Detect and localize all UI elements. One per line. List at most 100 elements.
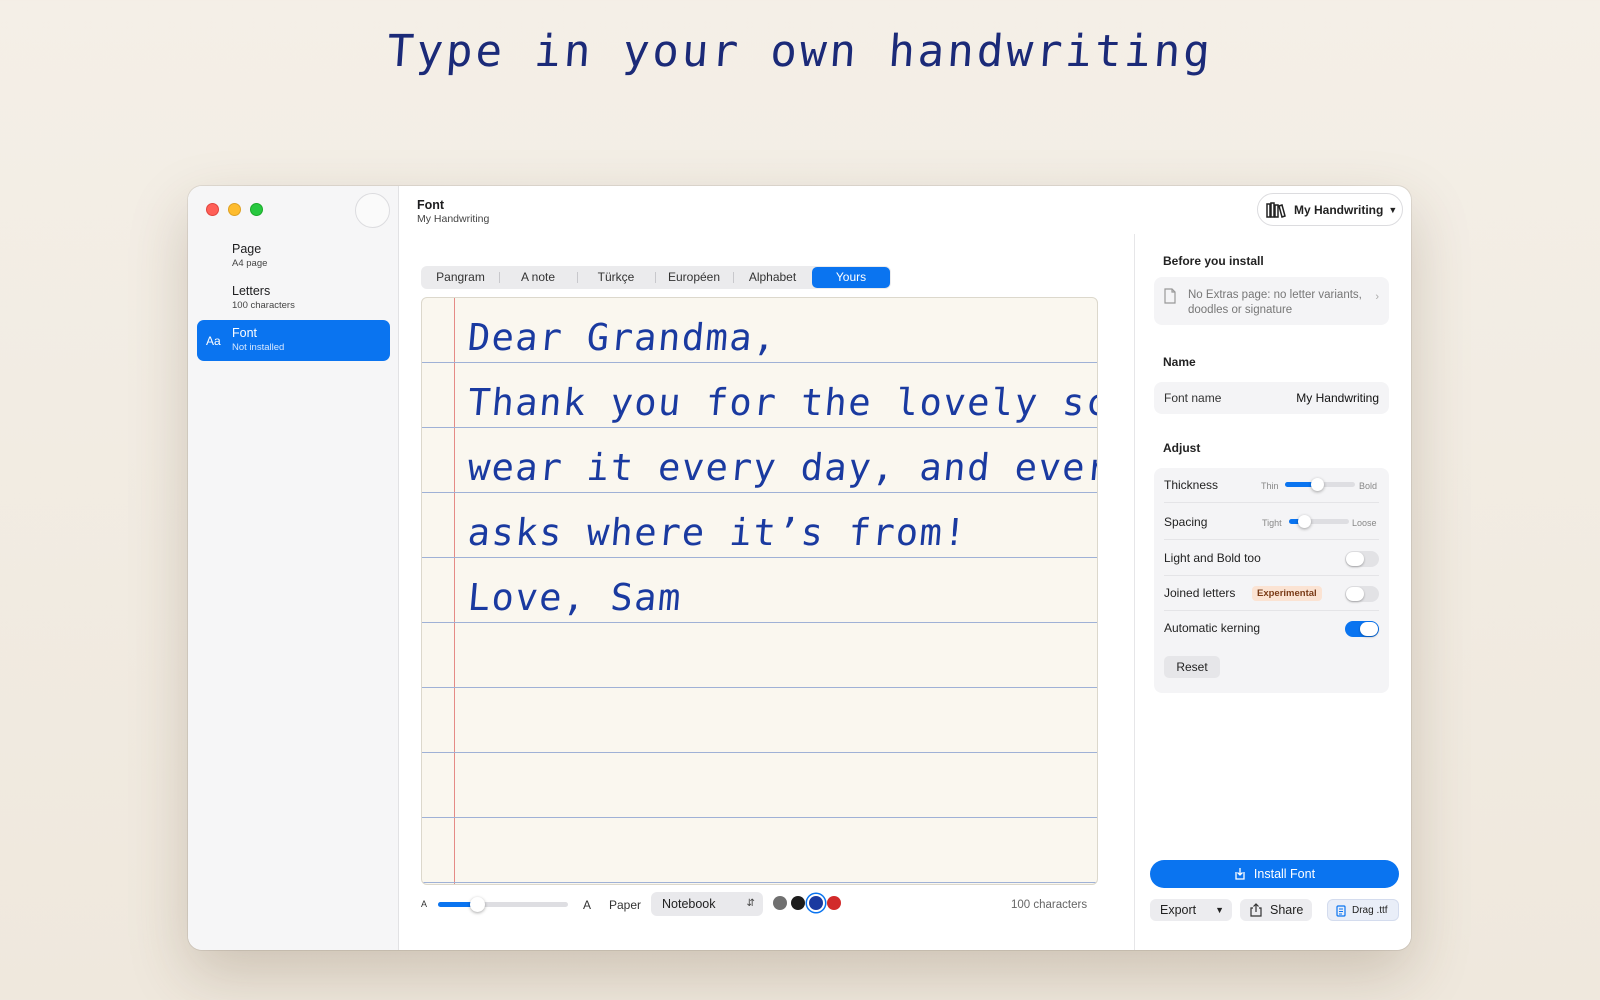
section-title-name: Name [1163, 355, 1196, 369]
paper-select-value: Notebook [662, 897, 716, 911]
light-bold-row: Light and Bold too [1164, 541, 1379, 576]
light-bold-toggle[interactable] [1345, 551, 1379, 567]
paper-rule [422, 882, 1097, 883]
ink-color-swatch[interactable] [773, 896, 787, 910]
joined-letters-toggle[interactable] [1345, 586, 1379, 602]
spacing-slider[interactable] [1289, 515, 1349, 528]
sidebar-item-sublabel: A4 page [232, 258, 268, 269]
size-large-label: A [583, 898, 592, 912]
page-title: Font [417, 198, 445, 212]
paper-rule [422, 752, 1097, 753]
window-controls [206, 203, 263, 216]
section-title-before-install: Before you install [1163, 254, 1264, 268]
ink-color-swatch[interactable] [827, 896, 841, 910]
tab-yours[interactable]: Yours [812, 267, 890, 288]
font-name-label: Font name [1164, 391, 1222, 405]
paper-rule [422, 622, 1097, 623]
ink-color-swatch[interactable] [791, 896, 805, 910]
joined-letters-label: Joined letters [1164, 586, 1236, 600]
size-small-label: A [421, 899, 428, 909]
chevron-right-icon: › [1375, 291, 1379, 303]
paper-rule [422, 817, 1097, 818]
font-name-field[interactable]: Font name My Handwriting [1154, 382, 1389, 414]
drag-ttf-label: Drag .ttf [1352, 905, 1388, 916]
paper-margin-line [454, 298, 455, 884]
sidebar-item-letters[interactable]: Letters 100 characters [197, 278, 390, 319]
sidebar-item-page[interactable]: Page A4 page [197, 236, 390, 277]
slider-knob[interactable] [469, 897, 485, 912]
font-name-value[interactable]: My Handwriting [1296, 391, 1379, 405]
headline: Type in your own handwriting [385, 26, 1215, 77]
character-count: 100 characters [1011, 899, 1088, 911]
tab-europeen[interactable]: Européen [655, 267, 733, 288]
extras-notice-text: No Extras page: no letter variants, dood… [1188, 289, 1362, 316]
reset-button[interactable]: Reset [1164, 656, 1220, 678]
sidebar-nav: Page A4 page Letters 100 characters Aa F… [197, 236, 390, 362]
slider-knob[interactable] [1310, 478, 1324, 491]
slider-knob[interactable] [1297, 515, 1311, 528]
handwriting-line: wear it every day, and everyone [466, 446, 1098, 489]
tab-a-note[interactable]: A note [499, 267, 577, 288]
sidebar-item-label: Font [232, 326, 258, 340]
spacing-row: Spacing Tight Loose [1164, 505, 1379, 540]
inspector-panel: Before you install No Extras page: no le… [1134, 234, 1411, 950]
spacing-label: Spacing [1164, 515, 1208, 529]
thickness-label: Thickness [1164, 478, 1219, 492]
chevron-down-icon: ▼ [1388, 204, 1398, 215]
writing-area[interactable]: Dear Grandma, Thank you for the lovely s… [421, 297, 1098, 885]
extras-notice[interactable]: No Extras page: no letter variants, dood… [1154, 277, 1389, 325]
spacing-max-label: Loose [1352, 518, 1377, 528]
paper-select[interactable]: Notebook ⇵ [651, 892, 763, 916]
tab-alphabet[interactable]: Alphabet [733, 267, 812, 288]
books-icon [1266, 201, 1286, 218]
zoom-window-button[interactable] [250, 203, 263, 216]
ink-color-swatch[interactable] [809, 896, 823, 910]
joined-letters-row: Joined letters Experimental [1164, 576, 1379, 611]
handwriting-line: asks where it’s from! [466, 511, 970, 554]
experimental-badge: Experimental [1252, 586, 1322, 601]
page-subtitle: My Handwriting [417, 213, 490, 225]
font-aa-icon: Aa [206, 334, 221, 348]
thickness-slider[interactable] [1285, 478, 1355, 491]
kerning-toggle[interactable] [1345, 621, 1379, 637]
sidebar-item-label: Letters [232, 284, 271, 298]
paper-label: Paper [609, 898, 642, 912]
adjust-card: Thickness Thin Bold Spacing Tight Loose … [1154, 468, 1389, 693]
paper-rule [422, 557, 1097, 558]
sidebar-item-label: Page [232, 242, 262, 256]
install-font-button[interactable]: Install Font [1150, 860, 1399, 888]
app-window: Page A4 page Letters 100 characters Aa F… [188, 186, 1411, 950]
export-label: Export [1160, 903, 1197, 917]
tab-pangram[interactable]: Pangram [422, 267, 499, 288]
minimize-window-button[interactable] [228, 203, 241, 216]
ink-color-swatches [773, 896, 841, 910]
text-size-slider[interactable] [438, 897, 568, 912]
sidebar-item-sublabel: Not installed [232, 342, 285, 353]
handwriting-line: Thank you for the lovely scarf. I [466, 381, 1098, 424]
thickness-min-label: Thin [1261, 481, 1279, 491]
kerning-row: Automatic kerning [1164, 611, 1379, 646]
thickness-row: Thickness Thin Bold [1164, 468, 1379, 503]
sample-tabs: Pangram A note Türkçe Européen Alphabet … [421, 266, 891, 289]
sidebar: Page A4 page Letters 100 characters Aa F… [188, 186, 399, 950]
paper-rule [422, 427, 1097, 428]
up-down-chevron-icon: ⇵ [746, 898, 755, 909]
font-library-label: My Handwriting [1294, 202, 1384, 217]
share-icon [1250, 903, 1262, 917]
share-button[interactable]: Share [1240, 899, 1312, 921]
handwriting-line: Dear Grandma, [466, 316, 779, 359]
sidebar-toggle-button[interactable] [355, 193, 390, 228]
thickness-max-label: Bold [1359, 481, 1378, 491]
drag-ttf-handle[interactable]: Drag .ttf [1327, 899, 1399, 921]
sidebar-item-sublabel: 100 characters [232, 300, 295, 311]
tab-turkce[interactable]: Türkçe [577, 267, 655, 288]
sidebar-item-font[interactable]: Aa Font Not installed [197, 320, 390, 361]
kerning-label: Automatic kerning [1164, 621, 1261, 635]
paper-rule [422, 362, 1097, 363]
paper-rule [422, 492, 1097, 493]
install-icon [1235, 868, 1245, 880]
font-library-button[interactable]: My Handwriting ▼ [1257, 193, 1403, 226]
export-menu-button[interactable]: Export ▼ [1150, 899, 1232, 921]
spacing-min-label: Tight [1262, 518, 1282, 528]
close-window-button[interactable] [206, 203, 219, 216]
